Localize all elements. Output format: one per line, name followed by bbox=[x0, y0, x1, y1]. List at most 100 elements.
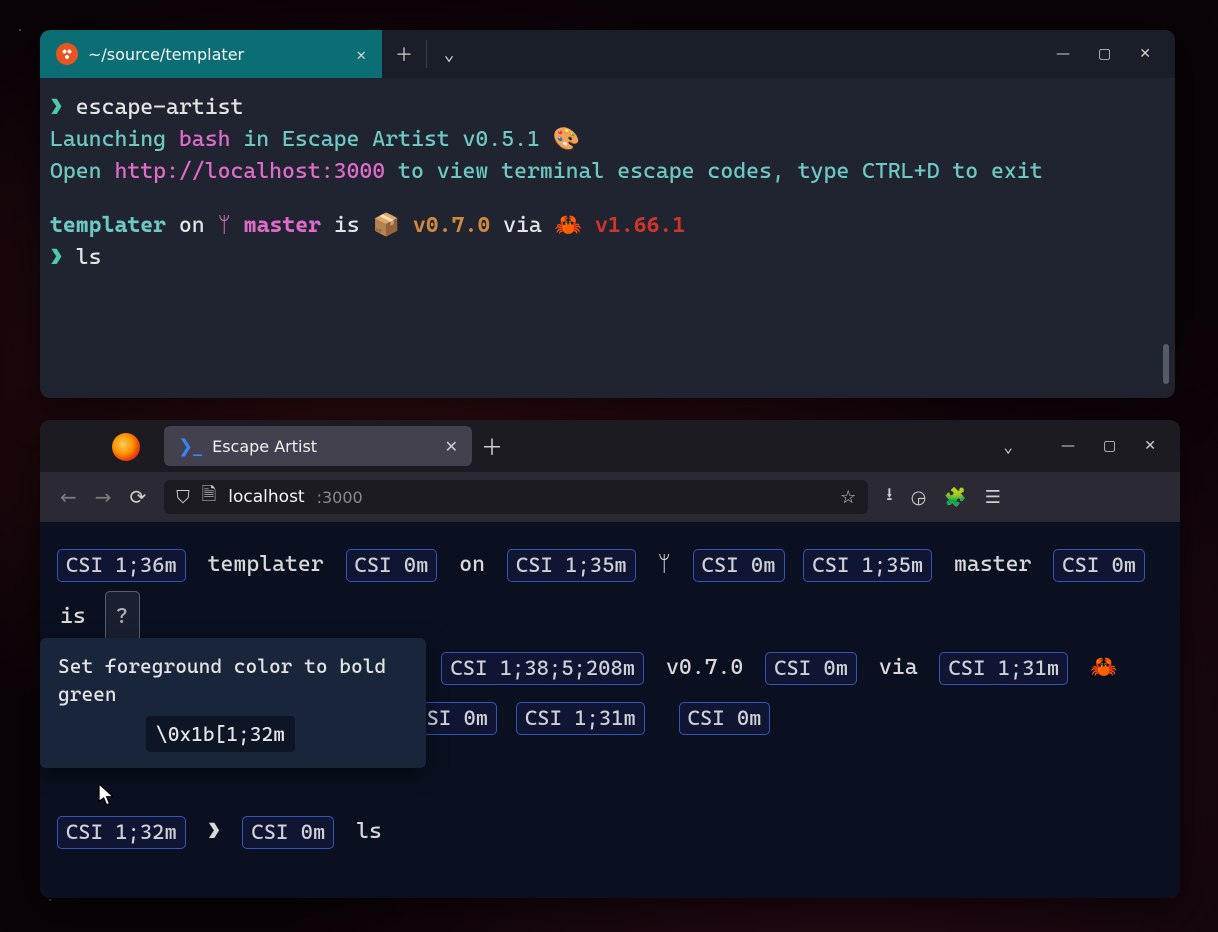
terminal-text: Escape Artist v0.5.1 bbox=[282, 127, 540, 152]
unknown-badge[interactable]: ? bbox=[105, 591, 140, 644]
escape-row: CSI 1;32m ❯ CSI 0m ls bbox=[54, 807, 1166, 858]
prompt-icon: ❯ bbox=[208, 819, 221, 844]
csi-badge[interactable]: CSI 0m bbox=[242, 816, 334, 850]
terminal-text: via bbox=[490, 213, 554, 238]
browser-content: CSI 1;36m templater CSI 0m on CSI 1;35m … bbox=[40, 522, 1180, 898]
plain-text: on bbox=[459, 552, 485, 577]
back-button[interactable]: ← bbox=[60, 485, 77, 509]
reload-button[interactable]: ⟳ bbox=[130, 485, 147, 509]
close-icon[interactable]: ✕ bbox=[356, 45, 366, 64]
new-tab-button[interactable]: ＋ bbox=[382, 30, 426, 78]
terminal-tabstrip: ~/source/templater ✕ ＋ ⌄ — ▢ ✕ bbox=[40, 30, 1175, 78]
terminal-line: Open http://localhost:3000 to view termi… bbox=[50, 156, 1165, 188]
terminal-text: on bbox=[166, 213, 218, 238]
downloads-icon[interactable]: ⭳ bbox=[886, 482, 892, 512]
branch-icon: ᛘ bbox=[658, 552, 671, 577]
scrollbar-thumb[interactable] bbox=[1163, 344, 1169, 384]
csi-badge[interactable]: CSI 1;38;5;208m bbox=[441, 652, 644, 686]
plain-text: is bbox=[60, 604, 86, 629]
tooltip-text: Set foreground color to bold green bbox=[58, 652, 408, 708]
csi-badge[interactable]: CSI 1;35m bbox=[507, 549, 636, 583]
url-port: :3000 bbox=[317, 488, 363, 507]
plain-text: ls bbox=[356, 819, 382, 844]
terminal-line: ❯ ls bbox=[50, 242, 1165, 274]
browser-tabstrip: ❯_ Escape Artist ✕ ＋ ⌄ — ▢ ✕ bbox=[40, 420, 1180, 472]
ubuntu-icon bbox=[56, 43, 78, 65]
menu-icon[interactable]: ☰ bbox=[985, 487, 1001, 508]
tab-list-button[interactable]: ⌄ bbox=[1003, 437, 1013, 456]
mouse-cursor-icon bbox=[98, 784, 114, 806]
url-bar[interactable]: ⛉ 🗎 localhost :3000 ☆ bbox=[164, 480, 868, 514]
shield-icon[interactable]: ⛉ bbox=[176, 487, 190, 508]
tab-dropdown-button[interactable]: ⌄ bbox=[427, 30, 471, 78]
csi-badge[interactable]: CSI 0m bbox=[693, 549, 785, 583]
terminal-tab-title: ~/source/templater bbox=[88, 45, 244, 64]
close-button[interactable]: ✕ bbox=[1139, 46, 1151, 62]
terminal-prompt-icon: ❯_ bbox=[178, 436, 202, 457]
url-host: localhost bbox=[228, 487, 304, 507]
prompt-icon: ❯ bbox=[50, 245, 63, 270]
csi-badge[interactable]: CSI 0m bbox=[1053, 549, 1145, 583]
plain-text: v0.7.0 bbox=[666, 655, 743, 680]
maximize-button[interactable]: ▢ bbox=[1103, 438, 1116, 454]
plain-text: master bbox=[954, 552, 1031, 577]
extensions-icon[interactable]: 🧩 bbox=[944, 487, 966, 508]
terminal-text: is bbox=[321, 213, 373, 238]
branch-icon: ᛘ bbox=[218, 213, 231, 238]
window-controls: ⌄ — ▢ ✕ bbox=[1003, 437, 1180, 456]
terminal-command: escape-artist bbox=[76, 95, 244, 120]
close-icon[interactable]: ✕ bbox=[445, 437, 458, 456]
csi-badge[interactable]: CSI 0m bbox=[679, 702, 771, 736]
terminal-text: to view terminal escape codes, type CTRL… bbox=[385, 159, 1042, 184]
browser-toolbar: ← → ⟳ ⛉ 🗎 localhost :3000 ☆ ⭳ ◶ 🧩 ☰ bbox=[40, 472, 1180, 522]
crab-icon: 🦀 bbox=[555, 213, 582, 238]
minimize-button[interactable]: — bbox=[1056, 46, 1070, 62]
terminal-body[interactable]: ❯ escape-artist Launching bash in Escape… bbox=[40, 78, 1175, 398]
terminal-text: bash bbox=[179, 127, 231, 152]
window-controls: — ▢ ✕ bbox=[1056, 30, 1175, 78]
csi-badge[interactable]: CSI 0m bbox=[765, 652, 857, 686]
minimize-button[interactable]: — bbox=[1061, 438, 1075, 454]
browser-window: ❯_ Escape Artist ✕ ＋ ⌄ — ▢ ✕ ← → ⟳ ⛉ 🗎 l… bbox=[40, 420, 1180, 898]
browser-tab-active[interactable]: ❯_ Escape Artist ✕ bbox=[164, 426, 472, 466]
terminal-tab-active[interactable]: ~/source/templater ✕ bbox=[40, 30, 382, 78]
terminal-url: http://localhost:3000 bbox=[114, 159, 385, 184]
terminal-text: in bbox=[230, 127, 282, 152]
maximize-button[interactable]: ▢ bbox=[1098, 46, 1111, 62]
forward-button[interactable]: → bbox=[95, 485, 112, 509]
plain-text: via bbox=[879, 655, 918, 680]
tooltip: Set foreground color to bold green \0x1b… bbox=[40, 638, 426, 768]
csi-badge[interactable]: CSI 0m bbox=[346, 549, 438, 583]
terminal-window: ~/source/templater ✕ ＋ ⌄ — ▢ ✕ ❯ escape-… bbox=[40, 30, 1175, 398]
terminal-line: templater on ᛘ master is 📦 v0.7.0 via 🦀 … bbox=[50, 210, 1165, 242]
page-info-icon[interactable]: 🗎 bbox=[202, 482, 216, 512]
csi-badge[interactable]: CSI 1;31m bbox=[516, 702, 645, 736]
firefox-icon[interactable] bbox=[112, 433, 140, 461]
package-icon: 📦 bbox=[373, 213, 400, 238]
new-tab-button[interactable]: ＋ bbox=[472, 430, 512, 462]
plain-text: templater bbox=[208, 552, 324, 577]
blank-line bbox=[50, 188, 1165, 210]
tooltip-code: \0x1b[1;32m bbox=[146, 716, 295, 752]
terminal-line: Launching bash in Escape Artist v0.5.1 🎨 bbox=[50, 124, 1165, 156]
crab-icon: 🦀 bbox=[1090, 655, 1117, 680]
csi-badge[interactable]: CSI 1;35m bbox=[803, 549, 932, 583]
palette-icon: 🎨 bbox=[553, 127, 580, 152]
terminal-text: v0.7.0 bbox=[413, 213, 490, 238]
browser-tab-title: Escape Artist bbox=[212, 437, 317, 456]
prompt-icon: ❯ bbox=[50, 95, 63, 120]
csi-badge[interactable]: CSI 1;31m bbox=[939, 652, 1068, 686]
terminal-text: Open bbox=[50, 159, 114, 184]
terminal-line: ❯ escape-artist bbox=[50, 92, 1165, 124]
close-button[interactable]: ✕ bbox=[1144, 438, 1156, 454]
csi-badge[interactable]: CSI 1;36m bbox=[57, 549, 186, 583]
terminal-text: templater bbox=[50, 213, 166, 238]
escape-row: CSI 1;36m templater CSI 0m on CSI 1;35m … bbox=[54, 540, 1166, 643]
terminal-text: Launching bbox=[50, 127, 179, 152]
csi-badge[interactable]: CSI 1;32m bbox=[57, 816, 186, 850]
account-icon[interactable]: ◶ bbox=[911, 487, 927, 508]
bookmark-icon[interactable]: ☆ bbox=[840, 487, 856, 508]
terminal-text: v1.66.1 bbox=[595, 213, 685, 238]
terminal-text: master bbox=[244, 213, 321, 238]
terminal-command: ls bbox=[76, 245, 102, 270]
